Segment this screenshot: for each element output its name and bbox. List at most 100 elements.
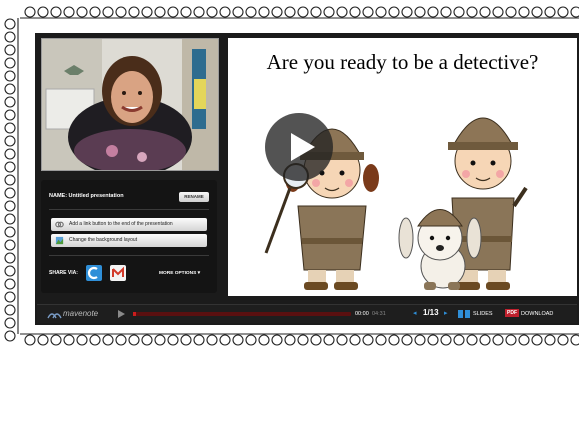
scallop-loop	[310, 6, 322, 18]
scallop-loop	[180, 334, 192, 346]
download-button[interactable]: DOWNLOAD	[521, 311, 553, 317]
scallop-loop	[232, 6, 244, 18]
divider	[49, 209, 209, 210]
rename-button[interactable]: RENAME	[179, 192, 209, 202]
scallop-loop	[4, 291, 16, 303]
slides-button[interactable]: SLIDES	[473, 311, 493, 317]
total-time: 04:31	[372, 311, 386, 317]
scallop-loop	[349, 334, 361, 346]
scallop-loop	[167, 334, 179, 346]
scallop-loop	[232, 334, 244, 346]
link-icon	[55, 221, 64, 228]
add-link-button[interactable]: Add a link button to the end of the pres…	[51, 218, 207, 231]
slides-grid-icon[interactable]	[458, 310, 470, 318]
scallop-loop	[4, 135, 16, 147]
scallop-loop	[362, 334, 374, 346]
scallop-loop	[245, 334, 257, 346]
scallop-loop	[323, 6, 335, 18]
scallop-loop	[4, 187, 16, 199]
scallop-loop	[4, 239, 16, 251]
scallop-loop	[440, 334, 452, 346]
scallop-loop	[4, 304, 16, 316]
gmail-icon[interactable]	[110, 265, 126, 281]
scallop-loop	[531, 334, 543, 346]
scallop-loop	[544, 6, 556, 18]
scallop-loop	[89, 334, 101, 346]
scallop-loop	[284, 334, 296, 346]
scallop-loop	[193, 6, 205, 18]
change-background-button[interactable]: Change the background layout	[51, 234, 207, 247]
brand-name: mavenote	[63, 309, 99, 318]
scallop-loop	[4, 109, 16, 121]
scallop-loop	[50, 6, 62, 18]
scallop-loop	[219, 6, 231, 18]
progress-fill	[133, 312, 136, 316]
scallop-loop	[4, 200, 16, 212]
scallop-loop	[141, 6, 153, 18]
scallop-loop	[401, 334, 413, 346]
scallop-loop	[4, 174, 16, 186]
presentation-options-panel: NAME: Untitled presentation RENAME Add a…	[41, 180, 217, 293]
scallop-loop	[4, 148, 16, 160]
scallop-loop	[37, 334, 49, 346]
divider	[49, 255, 209, 256]
progress-track[interactable]	[133, 312, 351, 316]
scallop-loop	[24, 6, 36, 18]
scallop-loop	[505, 334, 517, 346]
small-play-icon[interactable]	[116, 309, 126, 319]
scallop-loop	[388, 334, 400, 346]
scallop-loop	[4, 31, 16, 43]
scallop-loop	[427, 334, 439, 346]
scallop-loop	[76, 334, 88, 346]
scallop-loop	[219, 334, 231, 346]
change-background-label: Change the background layout	[69, 237, 138, 243]
scallop-loop	[414, 334, 426, 346]
more-options-button[interactable]: MORE OPTIONS ▾	[159, 271, 200, 276]
scallop-loop	[63, 6, 75, 18]
scallop-loop	[4, 18, 16, 30]
scallop-loop	[310, 334, 322, 346]
scallop-loop	[570, 334, 579, 346]
scallop-loop	[128, 6, 140, 18]
scallop-loop	[154, 6, 166, 18]
prev-slide-icon[interactable]: ◂	[413, 309, 417, 317]
scallop-loop	[271, 334, 283, 346]
pdf-badge[interactable]: PDF	[505, 309, 519, 317]
slide-counter: 1/13	[423, 308, 439, 317]
share-blue-icon[interactable]	[86, 265, 102, 281]
scallop-loop	[4, 317, 16, 329]
player-control-bar: mavenote 00:00 04:31 ◂ 1/13 ▸ SLIDES PDF…	[37, 304, 577, 323]
scallop-loop	[479, 6, 491, 18]
scallop-loop	[115, 6, 127, 18]
scallop-loop	[4, 44, 16, 56]
scallop-loop	[557, 6, 569, 18]
scallop-loop	[453, 334, 465, 346]
scallop-loop	[167, 6, 179, 18]
scallop-loop	[115, 334, 127, 346]
scallop-loop	[271, 6, 283, 18]
scallop-loop	[180, 6, 192, 18]
scallop-loop	[336, 334, 348, 346]
scallop-loop	[414, 6, 426, 18]
scallop-loop	[453, 6, 465, 18]
next-slide-icon[interactable]: ▸	[444, 309, 448, 317]
scallop-loop	[193, 334, 205, 346]
scallop-loop	[4, 213, 16, 225]
scallop-loop	[349, 6, 361, 18]
scallop-loop	[557, 334, 569, 346]
scallop-loop	[4, 265, 16, 277]
scallop-loop	[388, 6, 400, 18]
scallop-loop	[4, 57, 16, 69]
scallop-loop	[440, 6, 452, 18]
scallop-loop	[479, 334, 491, 346]
webcam-video	[41, 38, 219, 171]
scallop-loop	[375, 334, 387, 346]
scallop-loop	[128, 334, 140, 346]
scallop-loop	[570, 6, 579, 18]
scallop-loop	[154, 334, 166, 346]
scallop-loop	[323, 334, 335, 346]
scallop-loop	[206, 6, 218, 18]
scallop-loop	[518, 334, 530, 346]
scallop-loop	[492, 334, 504, 346]
play-button[interactable]	[265, 113, 333, 181]
